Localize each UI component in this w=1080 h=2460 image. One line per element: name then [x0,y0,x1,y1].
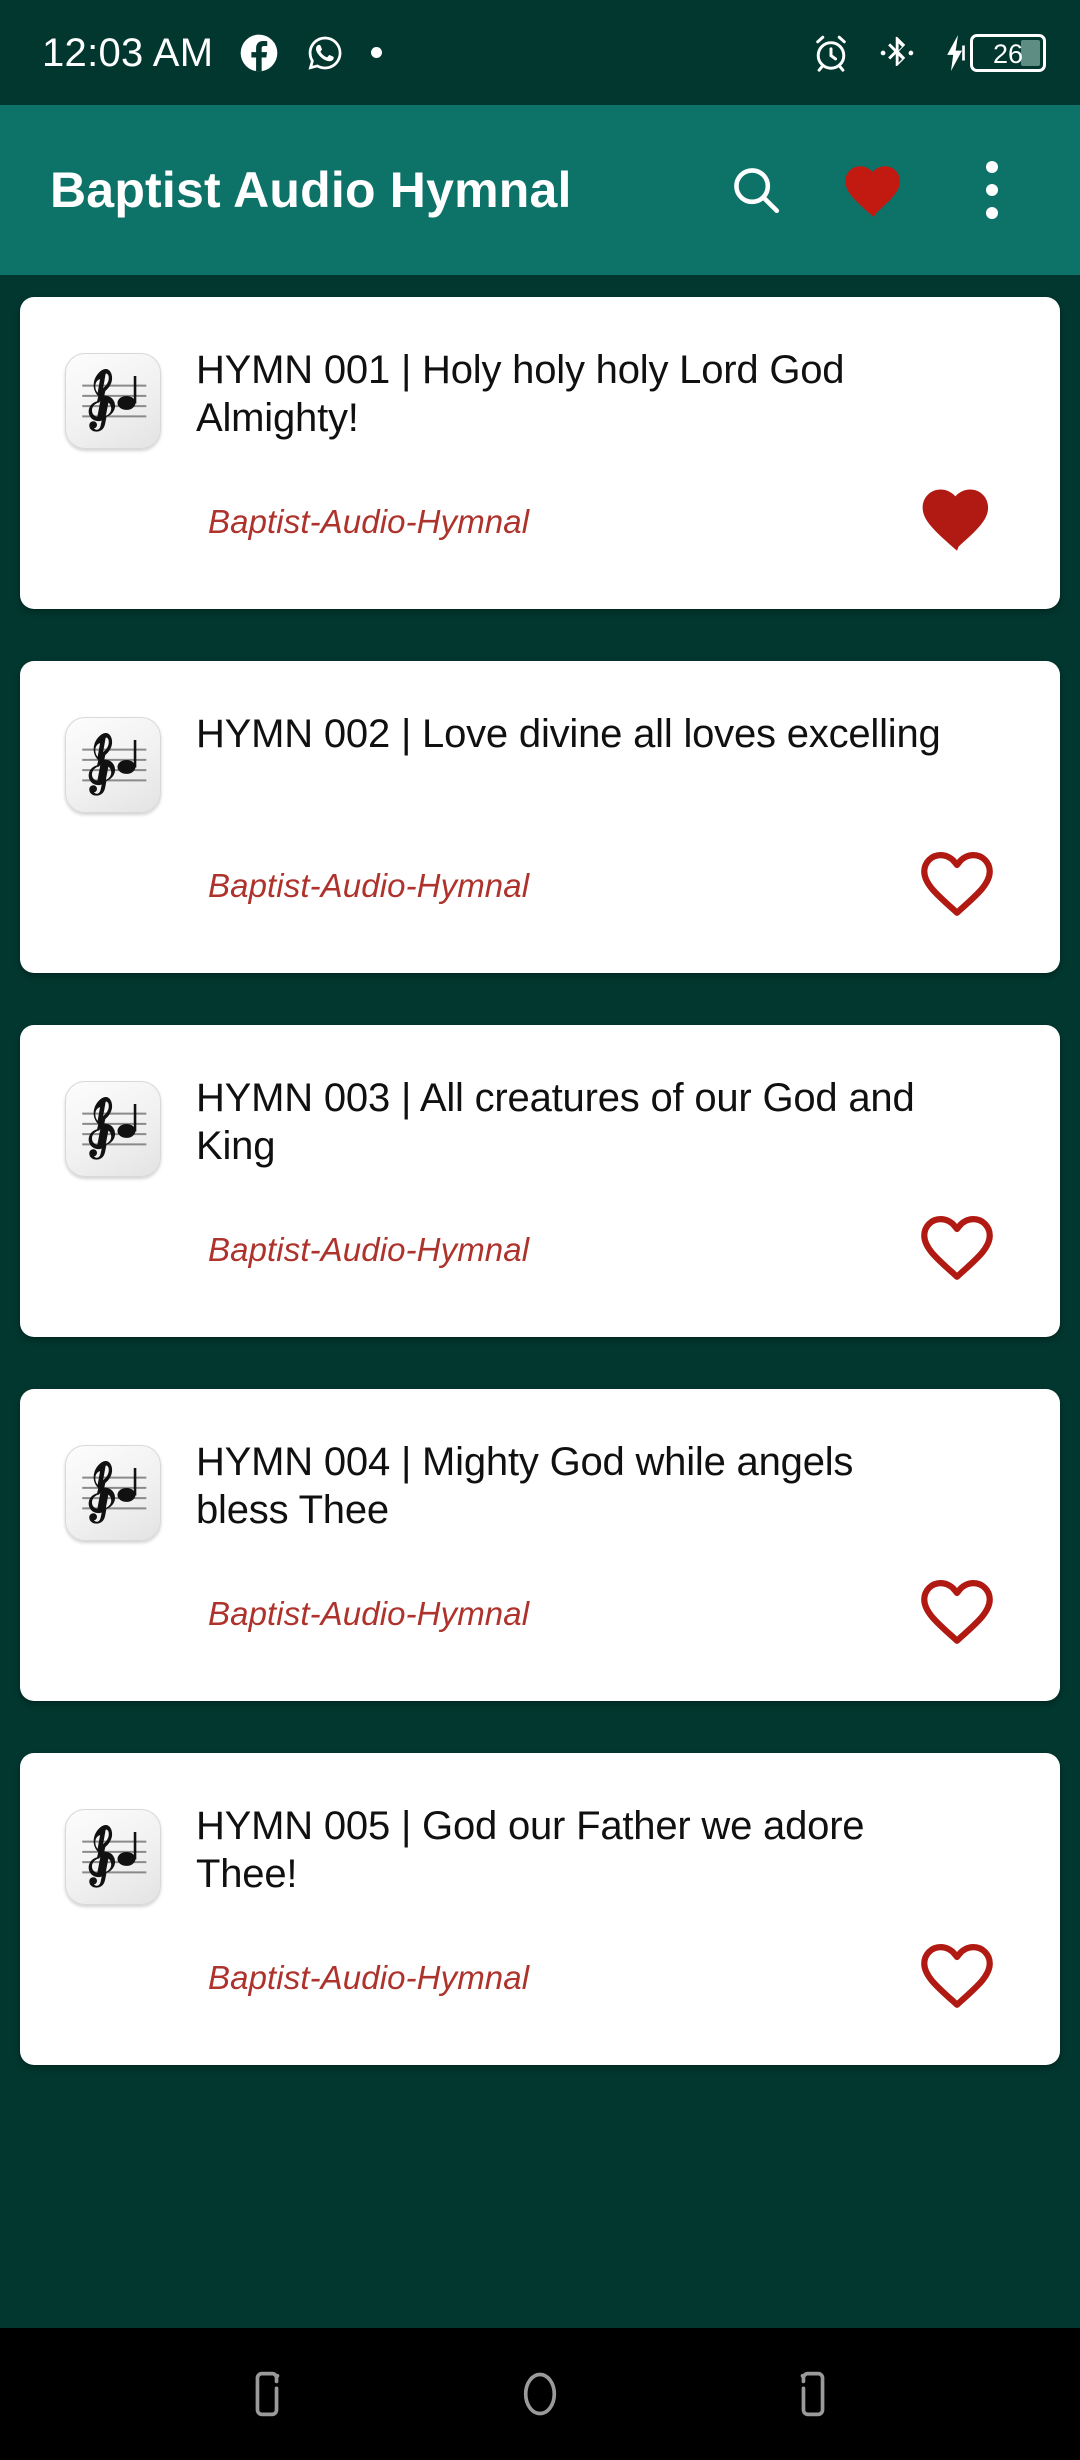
list-item[interactable]: HYMN 003 | All creatures of our God and … [20,1025,1060,1337]
whatsapp-icon [308,36,342,70]
list-item-title: HYMN 004 | Mighty God while angels bless… [196,1440,854,1532]
app-bar-actions [708,142,1040,238]
favorite-toggle-button[interactable] [912,1565,1002,1655]
list-item[interactable]: HYMN 001 | Holy holy holy Lord God Almig… [20,297,1060,609]
favorite-toggle-button[interactable] [912,1929,1002,2019]
list-item[interactable]: HYMN 005 | God our Father we adore Thee!… [20,1753,1060,2065]
heart-filled-icon [922,489,989,551]
search-icon [734,168,780,214]
list-item-title: HYMN 002 | Love divine all loves excelli… [196,712,941,756]
battery-percent-label: 26 [992,38,1024,69]
music-note-icon [65,717,161,813]
battery-indicator: 26 [942,33,1046,73]
favorites-heart-icon [845,166,900,218]
favorite-toggle-button[interactable] [912,473,1002,563]
page-title: Baptist Audio Hymnal [50,162,572,218]
music-note-icon [65,1809,161,1905]
facebook-icon [241,34,278,71]
back-button[interactable] [758,2339,868,2449]
favorites-button[interactable] [826,142,922,238]
list-item-title: HYMN 003 | All creatures of our God and … [196,1076,915,1168]
bluetooth-icon [880,36,914,66]
list-item-header: HYMN 002 | Love divine all loves excelli… [20,661,1060,813]
charging-bolt-icon [947,34,965,71]
notification-dot-icon [371,47,383,58]
overflow-menu-button[interactable] [944,142,1040,238]
home-button[interactable] [485,2339,595,2449]
list-item-header: HYMN 005 | God our Father we adore Thee! [20,1753,1060,1905]
heart-outline-icon [921,1580,993,1644]
recents-icon [255,2371,280,2417]
phone-screen: 12:03 AM 26 Baptist Audio Hymnal HYMN 00… [0,0,1080,2460]
list-item-title: HYMN 001 | Holy holy holy Lord God Almig… [196,348,845,440]
list-item[interactable]: HYMN 002 | Love divine all loves excelli… [20,661,1060,973]
app-bar: Baptist Audio Hymnal [0,105,1080,275]
status-bar: 12:03 AM 26 [0,0,1080,105]
list-item-subtitle: Baptist-Audio-Hymnal [208,1231,530,1268]
overflow-menu-icon [986,161,998,219]
heart-outline-icon [921,852,993,916]
hymn-list: HYMN 001 | Holy holy holy Lord God Almig… [0,275,1080,2328]
home-icon [523,2372,557,2416]
status-bar-left: 12:03 AM [42,30,383,75]
music-note-icon [65,1081,161,1177]
list-item-subtitle: Baptist-Audio-Hymnal [208,1959,530,1996]
search-button[interactable] [708,142,804,238]
favorite-toggle-button[interactable] [912,1201,1002,1291]
alarm-icon [816,35,846,72]
list-item-subtitle: Baptist-Audio-Hymnal [208,867,530,904]
list-item[interactable]: HYMN 004 | Mighty God while angels bless… [20,1389,1060,1701]
back-icon [800,2371,825,2417]
list-item-subtitle: Baptist-Audio-Hymnal [208,503,530,540]
music-note-icon [65,353,161,449]
heart-outline-icon [921,1944,993,2008]
list-item-subtitle: Baptist-Audio-Hymnal [208,1595,530,1632]
list-item-header: HYMN 003 | All creatures of our God and … [20,1025,1060,1177]
battery-level-icon: 26 [970,33,1046,72]
favorite-toggle-button[interactable] [912,837,1002,927]
status-clock: 12:03 AM [42,30,214,75]
list-item-header: HYMN 001 | Holy holy holy Lord God Almig… [20,297,1060,449]
music-note-icon [65,1445,161,1541]
recents-button[interactable] [212,2339,322,2449]
status-bar-right: 26 [810,32,1046,74]
heart-outline-icon [921,1216,993,1280]
android-navigation-bar [0,2328,1080,2460]
list-item-title: HYMN 005 | God our Father we adore Thee! [196,1804,865,1896]
list-item-header: HYMN 004 | Mighty God while angels bless… [20,1389,1060,1541]
